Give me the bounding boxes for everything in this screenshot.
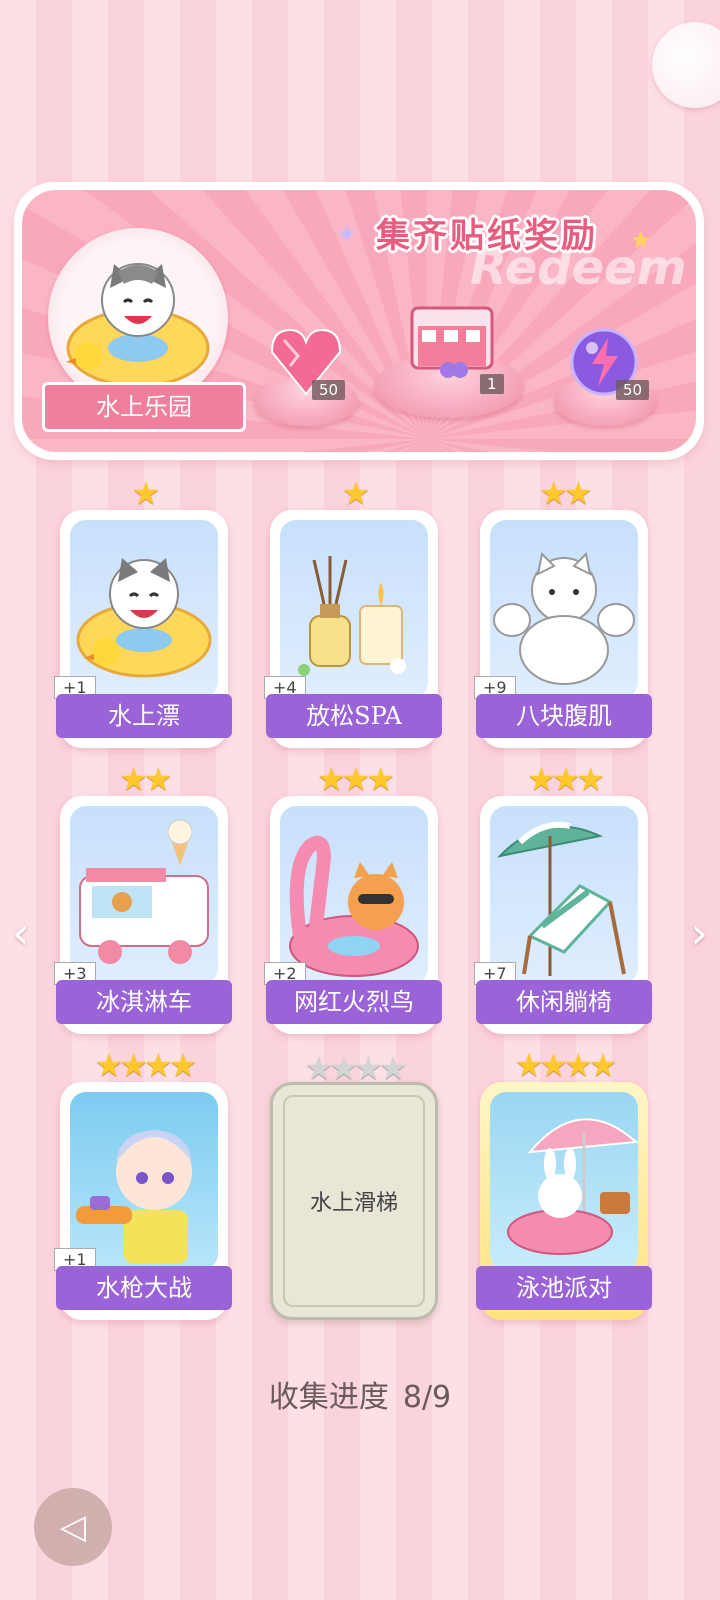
sticker-art <box>280 806 428 984</box>
star-rating: ★★★★ <box>304 1049 408 1087</box>
sticker-name: 泳池派对 <box>476 1266 652 1310</box>
sticker-name: 水上漂 <box>56 694 232 738</box>
sticker-card[interactable]: ★ +1 水上漂 <box>54 474 232 748</box>
sticker-art <box>490 520 638 698</box>
star-rating: ★★ <box>119 760 172 798</box>
beach-chair-icon <box>497 821 626 976</box>
star-icon: ★ <box>630 226 652 254</box>
prev-page-arrow-icon[interactable]: ‹ <box>12 908 30 959</box>
cat-swim-ring-icon <box>76 558 212 678</box>
aroma-candle-icon <box>298 556 406 676</box>
sticker-card[interactable]: ★ +4 放松SPA <box>264 474 442 748</box>
back-button[interactable]: ◁ <box>34 1488 112 1566</box>
ice-cream-truck-icon <box>79 819 209 964</box>
flamingo-float-icon <box>289 836 419 977</box>
sticker-card[interactable]: ★★★★ +1 水枪大战 <box>54 1046 232 1320</box>
sticker-art <box>70 806 218 984</box>
star-rating: ★★★★ <box>514 1046 618 1084</box>
back-arrow-icon: ◁ <box>59 1507 87 1547</box>
sticker-name: 八块腹肌 <box>476 694 652 738</box>
reward-count: 1 <box>480 374 504 394</box>
theme-medal <box>48 228 228 408</box>
star-rating: ★★★ <box>316 760 395 798</box>
sticker-card[interactable]: ★★★★ 泳池派对 <box>476 1046 652 1320</box>
next-page-arrow-icon[interactable]: › <box>690 908 708 959</box>
star-rating: ★ <box>341 474 371 512</box>
sticker-art <box>490 1092 638 1270</box>
sticker-art <box>490 806 638 984</box>
sticker-name: 放松SPA <box>266 694 442 738</box>
reward-count: 50 <box>616 380 650 400</box>
sticker-name: 冰淇淋车 <box>56 980 232 1024</box>
sticker-card[interactable]: ★★ +9 八块腹肌 <box>474 474 652 748</box>
banner-title: 集齐贴纸奖励 <box>376 216 598 256</box>
pool-party-bunny-icon <box>507 1118 638 1255</box>
cat-swim-ring-icon <box>66 263 210 388</box>
sticker-card[interactable]: ★★★ +7 休闲躺椅 <box>474 760 652 1034</box>
locked-sticker-name: 水上滑梯 <box>283 1095 425 1307</box>
sticker-art <box>70 520 218 698</box>
muscle-cat-icon <box>493 551 635 685</box>
menu-corner-button[interactable] <box>652 22 720 108</box>
sticker-card[interactable]: ★★★ +2 网红火烈鸟 <box>264 760 442 1034</box>
theme-name-ribbon: 水上乐园 <box>42 382 246 432</box>
sticker-art <box>70 1092 218 1270</box>
sticker-name: 休闲躺椅 <box>476 980 652 1024</box>
sticker-card[interactable]: ★★ +3 冰淇淋车 <box>54 760 232 1034</box>
sticker-name: 水枪大战 <box>56 1266 232 1310</box>
reward-count: 50 <box>312 380 346 400</box>
locked-sticker-card[interactable]: ★★★★ 水上滑梯 <box>270 1049 438 1320</box>
water-gun-boy-icon <box>76 1130 192 1264</box>
collection-progress: 收集进度 8/9 <box>0 1372 720 1416</box>
star-rating: ★★ <box>539 474 592 512</box>
star-rating: ★★★ <box>526 760 605 798</box>
star-rating: ★ <box>131 474 161 512</box>
star-rating: ★★★★ <box>94 1046 198 1084</box>
sticker-name: 网红火烈鸟 <box>266 980 442 1024</box>
gift-box-icon <box>410 306 494 378</box>
sticker-art <box>280 520 428 698</box>
progress-label: 收集进度 <box>268 1380 389 1415</box>
progress-value: 8/9 <box>402 1380 452 1415</box>
